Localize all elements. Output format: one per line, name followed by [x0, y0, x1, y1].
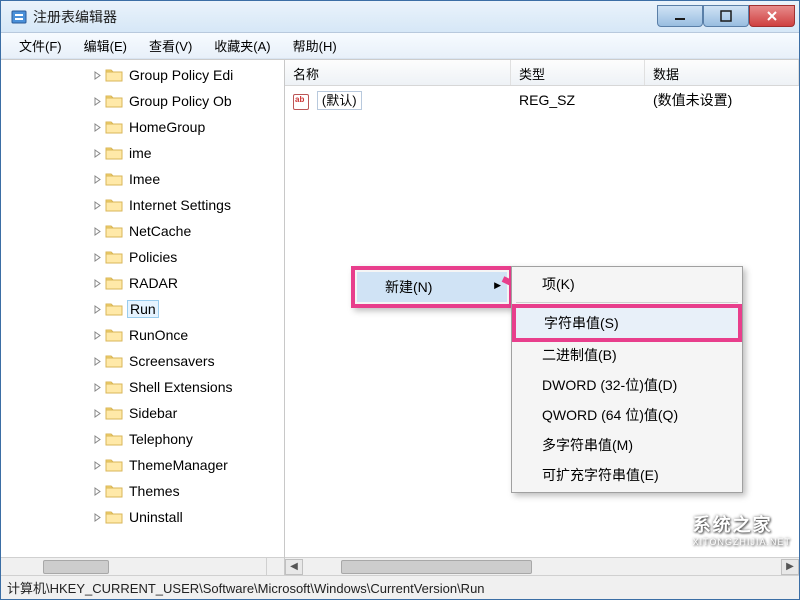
tree-item-homegroup[interactable]: HomeGroup: [1, 114, 284, 140]
tree-item-themes[interactable]: Themes: [1, 478, 284, 504]
tree-item-label: HomeGroup: [127, 119, 207, 135]
value-data: (数值未设置): [645, 90, 799, 110]
tree-item-ime[interactable]: ime: [1, 140, 284, 166]
column-name[interactable]: 名称: [285, 60, 511, 85]
tree-item-radar[interactable]: RADAR: [1, 270, 284, 296]
tree-item-label: Screensavers: [127, 353, 217, 369]
tree-item-label: RunOnce: [127, 327, 190, 343]
menu-favorites[interactable]: 收藏夹(A): [204, 33, 280, 58]
tree-item-label: Policies: [127, 249, 179, 265]
string-value-icon: [293, 94, 309, 110]
list-horizontal-scrollbar[interactable]: ◀ ▶: [285, 557, 799, 575]
context-item[interactable]: QWORD (64 位)值(Q): [514, 400, 740, 430]
tree-item-group-policy-ob[interactable]: Group Policy Ob: [1, 88, 284, 114]
tree-item-label: NetCache: [127, 223, 193, 239]
context-separator: [516, 302, 738, 303]
tree-item-label: Telephony: [127, 431, 195, 447]
tree-item-run[interactable]: Run: [1, 296, 284, 322]
tree-item-label: Group Policy Edi: [127, 67, 235, 83]
tree-pane: Group Policy Edi Group Policy Ob HomeGroup…: [1, 60, 285, 575]
tree-item-label: Shell Extensions: [127, 379, 235, 395]
context-menu-new[interactable]: 新建(N): [351, 266, 513, 308]
context-item[interactable]: 多字符串值(M): [514, 430, 740, 460]
tree-item-imee[interactable]: Imee: [1, 166, 284, 192]
menu-file[interactable]: 文件(F): [9, 33, 72, 58]
context-submenu-new[interactable]: 项(K) 字符串值(S)二进制值(B)DWORD (32-位)值(D)QWORD …: [511, 266, 743, 493]
scroll-left-button[interactable]: ◀: [285, 559, 303, 575]
scroll-corner: [266, 557, 284, 575]
tree-item-label: Imee: [127, 171, 162, 187]
close-button[interactable]: [749, 5, 795, 27]
tree-item-label: Run: [127, 300, 159, 318]
tree-item-netcache[interactable]: NetCache: [1, 218, 284, 244]
tree-item-thememanager[interactable]: ThemeManager: [1, 452, 284, 478]
tree-item-sidebar[interactable]: Sidebar: [1, 400, 284, 426]
list-row[interactable]: (默认) REG_SZ (数值未设置): [285, 86, 799, 114]
tree-item-label: ime: [127, 145, 154, 161]
tree-scroll[interactable]: Group Policy Edi Group Policy Ob HomeGroup…: [1, 60, 284, 557]
tree-item-shell-extensions[interactable]: Shell Extensions: [1, 374, 284, 400]
maximize-button[interactable]: [703, 5, 749, 27]
menubar: 文件(F) 编辑(E) 查看(V) 收藏夹(A) 帮助(H): [1, 33, 799, 59]
tree-item-group-policy-edi[interactable]: Group Policy Edi: [1, 62, 284, 88]
tree-item-internet-settings[interactable]: Internet Settings: [1, 192, 284, 218]
titlebar[interactable]: 注册表编辑器: [1, 1, 799, 33]
tree-item-label: ThemeManager: [127, 457, 230, 473]
tree-item-label: Group Policy Ob: [127, 93, 234, 109]
tree-item-uninstall[interactable]: Uninstall: [1, 504, 284, 530]
tree-item-label: Themes: [127, 483, 182, 499]
registry-editor-window: 注册表编辑器 文件(F) 编辑(E) 查看(V) 收藏夹(A) 帮助(H) Gr…: [0, 0, 800, 600]
tree-item-policies[interactable]: Policies: [1, 244, 284, 270]
context-item[interactable]: 字符串值(S): [512, 304, 742, 342]
context-item[interactable]: 可扩充字符串值(E): [514, 460, 740, 490]
statusbar: 计算机\HKEY_CURRENT_USER\Software\Microsoft…: [1, 575, 799, 599]
context-item-new[interactable]: 新建(N): [357, 272, 507, 302]
value-name[interactable]: (默认): [317, 91, 362, 110]
tree-horizontal-scrollbar[interactable]: [1, 557, 266, 575]
context-item[interactable]: DWORD (32-位)值(D): [514, 370, 740, 400]
menu-help[interactable]: 帮助(H): [283, 33, 347, 58]
list-header: 名称 类型 数据: [285, 60, 799, 86]
tree-item-label: Internet Settings: [127, 197, 233, 213]
context-item[interactable]: 二进制值(B): [514, 340, 740, 370]
tree-item-telephony[interactable]: Telephony: [1, 426, 284, 452]
context-item[interactable]: 项(K): [514, 269, 740, 299]
window-title: 注册表编辑器: [33, 7, 657, 27]
menu-view[interactable]: 查看(V): [139, 33, 202, 58]
tree-item-label: RADAR: [127, 275, 180, 291]
status-path: 计算机\HKEY_CURRENT_USER\Software\Microsoft…: [7, 578, 485, 597]
minimize-button[interactable]: [657, 5, 703, 27]
tree-item-runonce[interactable]: RunOnce: [1, 322, 284, 348]
tree-item-label: Uninstall: [127, 509, 185, 525]
tree-item-screensavers[interactable]: Screensavers: [1, 348, 284, 374]
regedit-icon: [11, 9, 27, 25]
column-type[interactable]: 类型: [511, 60, 645, 85]
value-type: REG_SZ: [511, 92, 645, 108]
tree-item-label: Sidebar: [127, 405, 179, 421]
column-data[interactable]: 数据: [645, 60, 799, 85]
menu-edit[interactable]: 编辑(E): [74, 33, 137, 58]
scroll-right-button[interactable]: ▶: [781, 559, 799, 575]
content-area: Group Policy Edi Group Policy Ob HomeGroup…: [1, 59, 799, 575]
